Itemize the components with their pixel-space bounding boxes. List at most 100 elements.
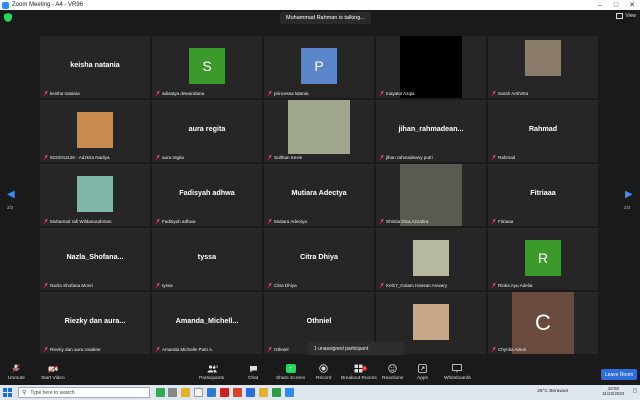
share-screen-button[interactable]: ↑ Share Screen	[276, 364, 305, 381]
participant-tile[interactable]: Rahmad Rahmad	[488, 100, 598, 162]
notification-icon[interactable]: ▢	[632, 389, 637, 394]
view-button[interactable]: View	[616, 13, 636, 19]
window-title: Zoom Meeting - A4 - VR96	[12, 2, 84, 8]
participant-display-name: Riezky dan aura...	[64, 316, 126, 325]
security-shield-icon[interactable]	[4, 13, 12, 22]
participant-tile[interactable]: Pprincessa latania	[264, 36, 374, 98]
unmute-label: Unmute	[8, 376, 25, 381]
zoom-taskbar-icon[interactable]	[285, 388, 294, 397]
participant-name-text: Chyntia Ainun	[498, 347, 527, 352]
unassigned-participant-toast[interactable]: 1 unassigned participant	[308, 342, 404, 355]
minimize-button[interactable]: –	[592, 0, 608, 10]
store-icon[interactable]	[194, 388, 203, 397]
previous-page-arrow-icon[interactable]: ◀	[7, 189, 15, 200]
weather-widget[interactable]: 29°C Berawan	[537, 389, 568, 394]
file-explorer-icon[interactable]	[168, 388, 177, 397]
participant-tile[interactable]: Riezky dan aura... Riezky dan aura rosali…	[40, 292, 150, 354]
taskbar-search-input[interactable]: ⚲ Type here to search	[18, 387, 150, 398]
participant-tile[interactable]: keisha natania keisha natania	[40, 36, 150, 98]
participant-tile[interactable]: 9222011126 - Adzkira Nadiya	[40, 100, 150, 162]
participants-label: Participants	[199, 376, 225, 381]
folder-icon[interactable]	[181, 388, 190, 397]
unmute-button[interactable]: Unmute	[8, 364, 25, 381]
participant-tile[interactable]: C Chyntia Ainun	[488, 292, 598, 354]
record-label: Record	[316, 376, 332, 381]
participant-name-text: aura regita	[162, 155, 184, 160]
participant-name-text: Citra Dhiya	[274, 283, 297, 288]
participant-tile[interactable]: Inayatul Azqia	[376, 36, 486, 98]
leave-room-button[interactable]: Leave Room	[601, 369, 637, 380]
share-screen-arrow-icon: ↑	[285, 364, 296, 373]
next-page-arrow-icon[interactable]: ▶	[625, 189, 633, 200]
maximize-button[interactable]: □	[608, 0, 624, 10]
participants-button[interactable]: 44 Participants	[199, 364, 224, 381]
participant-video-photo	[413, 304, 449, 340]
muted-mic-icon	[268, 283, 272, 288]
participant-tile[interactable]: Sarah Arshinta	[488, 36, 598, 98]
participant-name-label: Chyntia Ainun	[492, 347, 526, 352]
participant-tile[interactable]: Mutiara Adectya Mutiara Adectya	[264, 164, 374, 226]
participant-avatar: S	[189, 48, 225, 84]
system-tray: 29°C Berawan 18:50 11/22/2022 ▢	[537, 386, 637, 396]
participant-tile[interactable]: Muhamad rafi Wildanurahman	[40, 164, 150, 226]
participant-tile[interactable]: Sadisatya dewandana	[152, 36, 262, 98]
start-video-button[interactable]: Start Video	[41, 364, 65, 381]
participant-display-name: Mutiara Adectya	[291, 188, 347, 197]
participant-name-label: 9222011126 - Adzkira Nadiya	[44, 155, 110, 160]
participant-name-label: Fadisyah adhwa	[156, 219, 195, 224]
participant-name-text: Shintia Diva Azzahra	[386, 219, 429, 224]
powerpoint-icon[interactable]	[233, 388, 242, 397]
participant-tile[interactable]: jihan_rahmadean... jihan rahmadeany putri	[376, 100, 486, 162]
participant-name-label: Amanda Michelle Putri A.	[156, 347, 213, 352]
participant-name-text: Inayatul Azqia	[386, 91, 415, 96]
active-speaker-banner: Muhammad Rahman is talking...	[280, 12, 371, 24]
participant-tile[interactable]: R Rioka Ayu Adelia	[488, 228, 598, 290]
whatsapp-icon[interactable]	[272, 388, 281, 397]
participant-name-text: jihan rahmadeany putri	[386, 155, 433, 160]
whiteboards-button[interactable]: Whiteboards	[444, 364, 471, 381]
participant-display-name: Fadisyah adhwa	[179, 188, 235, 197]
participant-name-label: Nazla Shofana Monri	[44, 283, 93, 288]
participant-name-text: Riezky dan aura rosaline	[50, 347, 101, 352]
participant-tile[interactable]: Nazla_Shofana... Nazla Shofana Monri	[40, 228, 150, 290]
muted-mic-icon	[492, 219, 496, 224]
close-button[interactable]: ✕	[624, 0, 640, 10]
participant-name-text: Fitriaaa	[498, 219, 514, 224]
breakout-rooms-button[interactable]: Breakout Rooms	[341, 364, 377, 381]
participant-tile[interactable]: Fitriaaa Fitriaaa	[488, 164, 598, 226]
edge-browser-icon[interactable]	[207, 388, 216, 397]
participant-name-text: Rioka Ayu Adelia	[498, 283, 533, 288]
muted-mic-icon	[380, 283, 384, 288]
participant-name-label: Citra Dhiya	[268, 283, 297, 288]
participant-tile[interactable]: Fadisyah adhwa Fadisyah adhwa	[152, 164, 262, 226]
apps-button[interactable]: Apps	[417, 364, 428, 381]
participant-tile[interactable]: Amanda_Michell... Amanda Michelle Putri A…	[152, 292, 262, 354]
windows-start-icon[interactable]	[3, 388, 12, 397]
participant-tile[interactable]: aura regita aura regita	[152, 100, 262, 162]
chat-button[interactable]: Chat	[248, 364, 258, 381]
search-icon: ⚲	[22, 390, 27, 396]
muted-mic-icon	[268, 347, 272, 352]
office-icon[interactable]	[220, 388, 229, 397]
chrome-icon[interactable]	[259, 388, 268, 397]
participant-name-text: Nazla Shofana Monri	[50, 283, 93, 288]
participant-display-name: Citra Dhiya	[300, 252, 338, 261]
toast-text: 1 unassigned participant	[314, 345, 369, 352]
record-button[interactable]: Record	[316, 364, 331, 381]
participant-display-name: keisha natania	[70, 60, 120, 69]
participant-tile[interactable]: tyssa tyssa	[152, 228, 262, 290]
word-icon[interactable]	[246, 388, 255, 397]
participant-tile[interactable]: Citra Dhiya Citra Dhiya	[264, 228, 374, 290]
task-view-icon[interactable]	[156, 388, 165, 397]
participant-tile[interactable]: Kel17_Gulam Hassan Anwary	[376, 228, 486, 290]
participant-tile[interactable]: Sulthan Kevin	[264, 100, 374, 162]
chat-label: Chat	[248, 376, 259, 381]
clock-date: 11/22/2022	[602, 391, 625, 396]
reactions-button[interactable]: Reactions	[382, 364, 403, 381]
participant-name-label: jihan rahmadeany putri	[380, 155, 433, 160]
participant-name-text: adisatya dewandana	[162, 91, 205, 96]
participant-tile[interactable]: Shintia Diva Azzahra	[376, 164, 486, 226]
view-label: View	[625, 13, 636, 19]
participant-name-label: Rioka Ayu Adelia	[492, 283, 532, 288]
taskbar-clock[interactable]: 18:50 11/22/2022	[602, 386, 624, 396]
